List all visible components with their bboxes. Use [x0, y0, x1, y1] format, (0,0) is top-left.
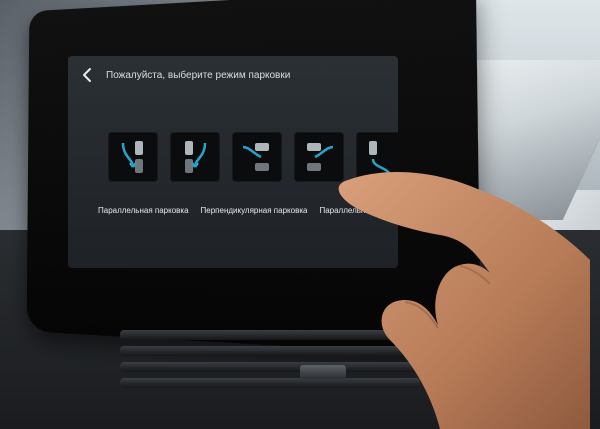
parallel-right-tile[interactable] [170, 132, 220, 182]
parallel-left-icon [121, 141, 143, 173]
top-bar: Пожалуйста, выберите режим парковки [68, 56, 398, 94]
parallel-left-tile[interactable] [108, 132, 158, 182]
back-chevron-icon[interactable] [80, 67, 96, 83]
hand-image [338, 171, 590, 429]
parallel-right-icon [185, 141, 207, 173]
parallel-parking-label[interactable]: Параллельная парковка [98, 206, 189, 215]
page-title: Пожалуйста, выберите режим парковки [106, 69, 291, 81]
perpendicular-left-icon [242, 143, 269, 171]
perpendicular-left-tile[interactable] [232, 132, 282, 182]
perpendicular-parking-label[interactable]: Перпендикулярная парковка [201, 206, 308, 215]
